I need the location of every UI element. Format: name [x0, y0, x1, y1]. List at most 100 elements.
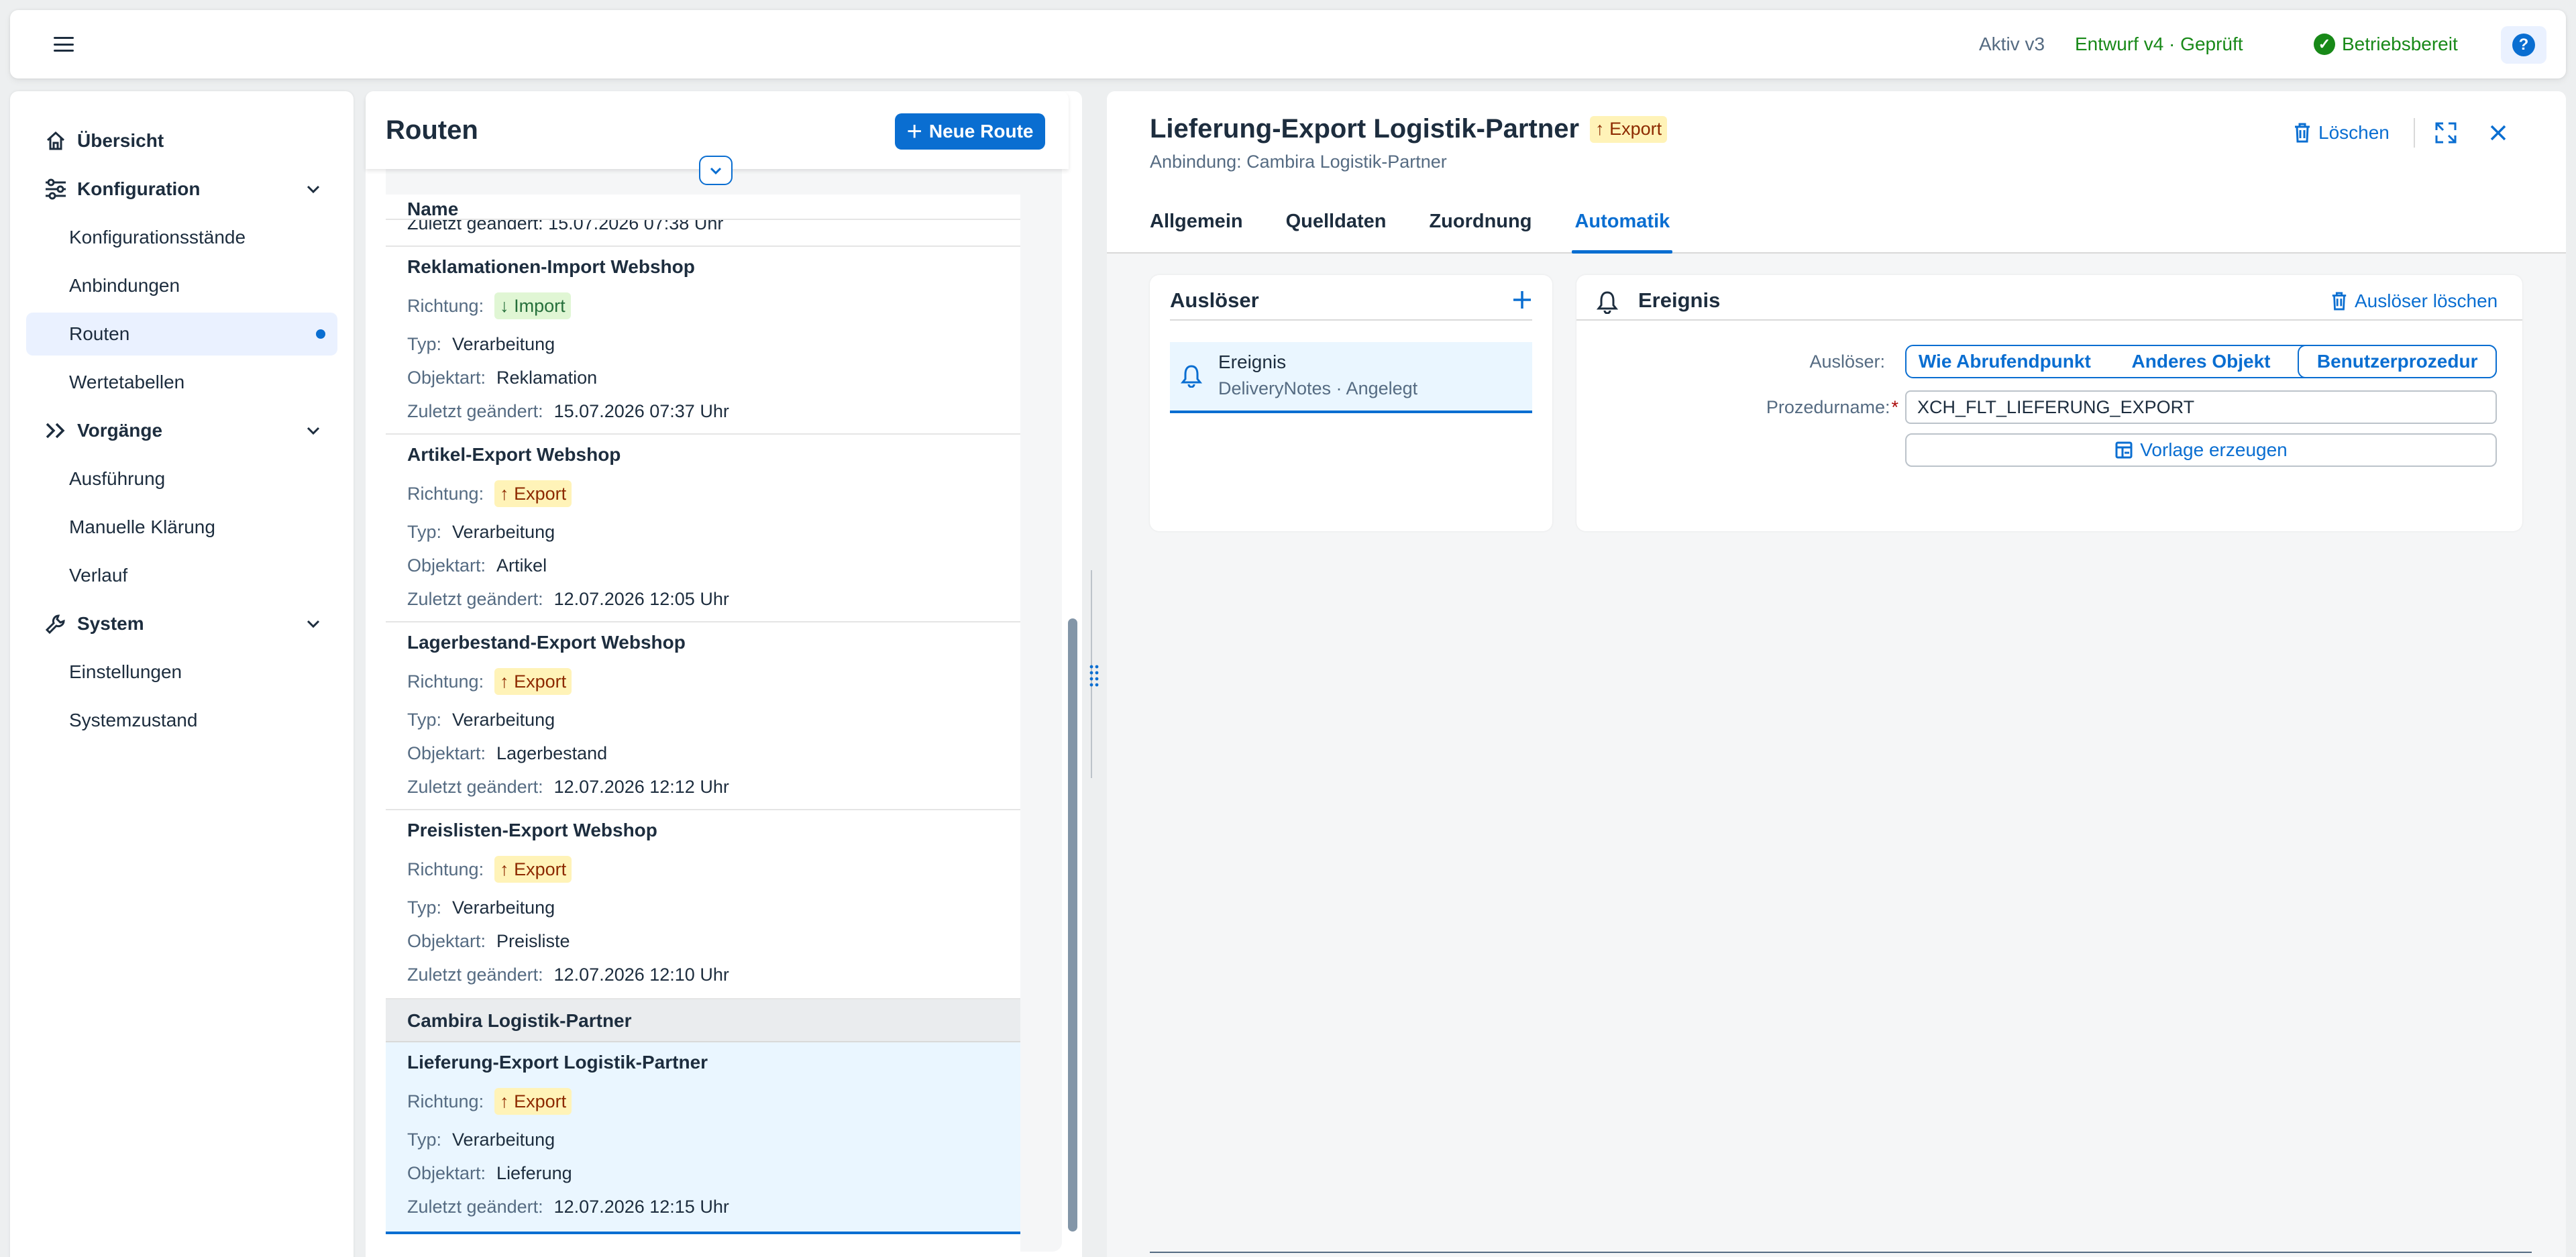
list-item[interactable]: Preislisten-Export Webshop Richtung: ↑ Ex… [386, 810, 1020, 999]
changed-label: Zuletzt geändert: [407, 1197, 543, 1217]
direction-label: Richtung: [407, 1091, 484, 1111]
row-title: Lagerbestand-Export Webshop [407, 632, 686, 653]
type-value: Verarbeitung [452, 1130, 555, 1150]
sidebar-group-label: System [77, 613, 144, 634]
type-value: Verarbeitung [452, 897, 555, 918]
type-label: Typ: [407, 1130, 442, 1150]
procedure-label-text: Prozedurname: [1766, 397, 1890, 417]
list-item[interactable]: Zuletzt geändert: 15.07.2026 07:38 Uhr [386, 220, 1020, 247]
sidebar-item-routes[interactable]: Routen [26, 313, 337, 356]
sidebar-item-config-states[interactable]: Konfigurationsstände [26, 216, 337, 259]
close-button[interactable] [2489, 118, 2508, 148]
object-label: Objektart: [407, 555, 486, 576]
row-title: Lieferung-Export Logistik-Partner [407, 1052, 708, 1073]
sidebar-group-processes[interactable]: Vorgänge [26, 409, 337, 452]
wrench-icon [41, 609, 70, 639]
tab-automation[interactable]: Automatik [1572, 211, 1673, 254]
list-item[interactable]: Reklamationen-Import Webshop Richtung: ↓ … [386, 247, 1020, 435]
type-label: Typ: [407, 897, 442, 918]
direction-label: Richtung: [407, 295, 484, 316]
type-value: Verarbeitung [452, 522, 555, 542]
detail-title-text: Lieferung-Export Logistik-Partner [1150, 114, 1580, 144]
delete-button[interactable]: Löschen [2293, 118, 2390, 148]
divider [1170, 319, 1532, 321]
new-route-button[interactable]: + Neue Route [895, 113, 1045, 150]
status-ready[interactable]: ✓ Betriebsbereit [2314, 10, 2458, 78]
export-tag: ↑ Export [494, 480, 572, 507]
list-scrollbar[interactable] [1068, 618, 1077, 1232]
template-icon [2115, 441, 2133, 459]
sidebar-item-system-health[interactable]: Systemzustand [26, 699, 337, 742]
delete-label: Löschen [2318, 122, 2390, 143]
sidebar-item-manual-clarification[interactable]: Manuelle Klärung [26, 506, 337, 549]
type-value: Verarbeitung [452, 334, 555, 354]
tab-general[interactable]: Allgemein [1150, 211, 1243, 254]
type-label: Typ: [407, 710, 442, 730]
add-trigger-button[interactable] [1512, 290, 1532, 310]
sidebar-item-label: Manuelle Klärung [69, 516, 215, 537]
detail-subtitle: Anbindung: Cambira Logistik-Partner [1150, 152, 1447, 172]
column-header-name: Name [407, 199, 459, 219]
export-tag: ↑ Export [494, 856, 572, 883]
procedure-name-input[interactable]: XCH_FLT_LIEFERUNG_EXPORT [1905, 390, 2497, 424]
page-title: Routen [386, 115, 478, 145]
group-header-label: Cambira Logistik-Partner [407, 1010, 632, 1031]
sidebar-group-configuration[interactable]: Konfiguration [26, 168, 337, 211]
sidebar-item-settings[interactable]: Einstellungen [26, 651, 337, 694]
hamburger-icon [54, 37, 74, 52]
sidebar-item-label: Einstellungen [69, 661, 182, 682]
sidebar-item-value-tables[interactable]: Wertetabellen [26, 361, 337, 404]
detail-tabs: Allgemein Quelldaten Zuordnung Automatik [1150, 211, 1713, 254]
delete-trigger-button[interactable]: Auslöser löschen [2330, 284, 2498, 318]
close-icon [2490, 125, 2506, 141]
row-partial-text: Zuletzt geändert: 15.07.2026 07:38 Uhr [407, 220, 724, 233]
help-button[interactable]: ? [2501, 26, 2546, 64]
tab-source-data[interactable]: Quelldaten [1286, 211, 1387, 254]
check-circle-icon: ✓ [2314, 34, 2335, 55]
tab-mapping[interactable]: Zuordnung [1429, 211, 1532, 254]
status-draft[interactable]: Entwurf v4 · Geprüft [2075, 10, 2243, 78]
status-active: Aktiv v3 [1979, 34, 2045, 54]
pane-splitter[interactable] [1089, 570, 1099, 778]
sidebar-item-overview[interactable]: Übersicht [26, 119, 337, 162]
object-value: Lagerbestand [496, 743, 608, 763]
list-item-selected[interactable]: Lieferung-Export Logistik-Partner Richtu… [386, 1042, 1020, 1234]
sidebar-item-label: Systemzustand [69, 710, 198, 730]
routes-list: Zuletzt geändert: 15.07.2026 07:38 Uhr R… [386, 220, 1020, 1257]
segment-endpoint[interactable]: Wie Abrufendpunkt [1907, 346, 2103, 377]
list-item[interactable]: Artikel-Export Webshop Richtung: ↑ Export… [386, 435, 1020, 622]
sidebar-item-history[interactable]: Verlauf [26, 554, 337, 597]
detail-pane: Lieferung-Export Logistik-Partner ↑ Expo… [1107, 91, 2566, 1257]
help-icon: ? [2512, 34, 2535, 56]
sidebar-item-connections[interactable]: Anbindungen [26, 264, 337, 307]
sidebar-item-label: Anbindungen [69, 275, 180, 296]
procedure-field-label: Prozedurname: * [1657, 397, 1898, 418]
trash-icon [2332, 292, 2347, 311]
sidebar-item-label: Routen [69, 323, 130, 344]
segment-user-procedure[interactable]: Benutzerprozedur [2298, 345, 2498, 378]
required-mark: * [1891, 397, 1898, 417]
trigger-subtitle: DeliveryNotes · Angelegt [1218, 378, 1418, 398]
divider [2414, 118, 2415, 148]
object-value: Reklamation [496, 368, 598, 388]
changed-label: Zuletzt geändert: [407, 401, 543, 421]
menu-button[interactable] [37, 29, 91, 60]
list-item[interactable]: Lagerbestand-Export Webshop Richtung: ↑ E… [386, 622, 1020, 810]
fullscreen-button[interactable] [2434, 118, 2458, 148]
changed-value: 12.07.2026 12:05 Uhr [553, 589, 729, 609]
sidebar-item-label: Verlauf [69, 565, 128, 586]
trigger-list-item[interactable]: Ereignis DeliveryNotes · Angelegt [1170, 342, 1532, 413]
trash-icon [2295, 123, 2310, 143]
sidebar-group-system[interactable]: System [26, 602, 337, 645]
object-label: Objektart: [407, 931, 486, 951]
segment-other-object[interactable]: Anderes Objekt [2103, 346, 2300, 377]
sidebar-item-execution[interactable]: Ausführung [26, 457, 337, 500]
detail-title: Lieferung-Export Logistik-Partner ↑ Expo… [1150, 114, 1668, 144]
create-template-button[interactable]: Vorlage erzeugen [1905, 433, 2497, 467]
export-tag: ↑ Export [1590, 115, 1668, 143]
collapse-header-button[interactable] [699, 156, 733, 185]
direction-label: Richtung: [407, 859, 484, 879]
sidebar-group-label: Konfiguration [77, 178, 201, 199]
triggers-card: Auslöser Ereignis DeliveryNotes · Angele… [1150, 275, 1552, 531]
divider [1150, 1252, 2532, 1253]
